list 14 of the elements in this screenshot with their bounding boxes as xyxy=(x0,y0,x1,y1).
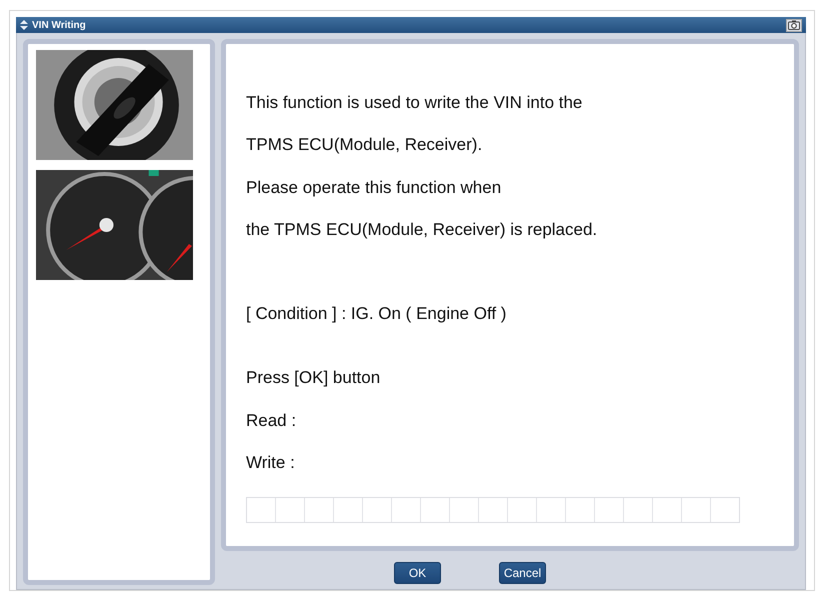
cancel-button[interactable]: Cancel xyxy=(499,562,546,584)
message-text: Read : xyxy=(246,410,298,432)
message-text: Press [OK] button xyxy=(246,368,382,390)
message-text: [ Condition ] : IG. On ( Engine Off ) xyxy=(246,304,508,326)
message-text: TPMS ECU(Module, Receiver). xyxy=(246,135,484,156)
window-icon xyxy=(20,20,28,30)
ok-button[interactable]: OK xyxy=(394,562,441,584)
message-text: Please operate this function when xyxy=(246,178,502,199)
message-text: Write : xyxy=(246,453,296,474)
vin-input-field[interactable] xyxy=(246,497,740,524)
window-title: VIN Writing xyxy=(32,20,87,30)
screenshot-button[interactable] xyxy=(786,18,802,32)
message-text: This function is used to write the VIN into the xyxy=(246,93,584,114)
message-text: the TPMS ECU(Module, Receiver) is replaced. xyxy=(246,220,598,241)
